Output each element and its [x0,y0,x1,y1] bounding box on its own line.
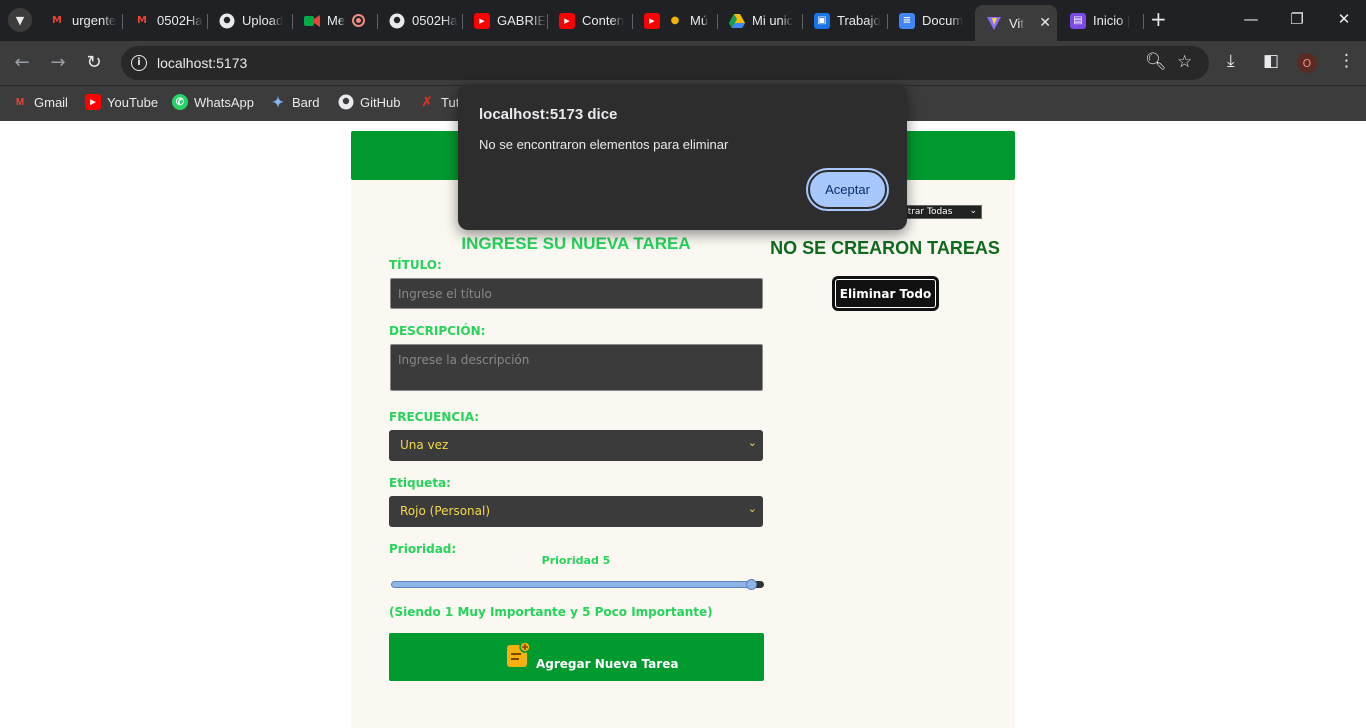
browser-tab[interactable]: ▣ Trabajo [803,6,888,35]
github-icon [219,13,235,29]
drive-icon [729,13,745,29]
tag-label: Etiqueta: [389,476,451,490]
description-textarea[interactable]: Ingrese la descripción [390,344,763,391]
title-input[interactable]: Ingrese el título [390,278,763,309]
priority-slider[interactable] [391,581,763,588]
frequency-label: FRECUENCIA: [389,410,480,424]
browser-tab[interactable]: ▶ ● Mú [633,6,718,35]
tab-search-button[interactable]: ▼ [8,8,32,32]
side-panel-icon[interactable]: ◧ [1263,51,1279,71]
site-info-icon[interactable]: i [131,55,147,71]
back-icon[interactable]: ← [11,52,33,73]
classroom-icon: ▣ [814,12,830,29]
palette-icon: ● [670,15,680,26]
clapper-icon: ▤ [1070,12,1086,29]
restore-icon[interactable]: ❐ [1287,10,1307,28]
zoom-icon[interactable]: 🔍︎ [1145,52,1167,72]
address-bar[interactable]: i localhost:5173 🔍︎ ☆ [121,46,1209,80]
reload-icon[interactable]: ↻ [83,52,105,73]
bookmark-youtube[interactable]: ▶ YouTube [85,94,158,110]
browser-tab[interactable]: M urgente [38,6,123,35]
form-title: INGRESE SU NUEVA TAREA [461,234,691,253]
vite-icon [986,15,1002,31]
minimize-icon[interactable]: — [1241,10,1261,28]
description-label: DESCRIPCIÓN: [389,324,486,338]
frequency-select[interactable]: Una vez ⌄ [389,430,763,461]
browser-toolbar: ← → ↻ i localhost:5173 🔍︎ ☆ [0,41,1366,85]
bookmark-bard[interactable]: ✦ Bard [270,94,319,110]
delete-all-button[interactable]: Eliminar Todo [832,276,939,311]
tutorial-icon: ✗ [421,94,433,109]
browser-tab[interactable]: 0502Ha [378,6,463,35]
browser-tab[interactable]: Upload [208,6,293,35]
recording-icon [352,14,366,27]
close-tab-icon[interactable]: ✕ [1039,15,1051,31]
browser-tab[interactable]: Me [293,6,378,35]
profile-avatar[interactable]: O [1297,53,1317,73]
dialog-message: No se encontraron elementos para elimina… [479,137,729,152]
browser-tab[interactable]: Mi unic [718,6,803,35]
github-icon [338,94,354,110]
menu-kebab-icon[interactable]: ⋮ [1338,51,1355,71]
youtube-icon: ▶ [559,12,575,29]
bard-icon: ✦ [272,93,284,110]
youtube-icon: ▶ [474,12,490,29]
gmail-icon: M [52,15,62,26]
browser-tab-active[interactable]: Vit ✕ [975,5,1057,41]
bookmark-github[interactable]: GitHub [338,94,400,110]
chevron-down-icon: ⌄ [969,206,977,216]
url-text[interactable]: localhost:5173 [157,55,247,71]
forward-icon[interactable]: → [47,52,69,73]
bookmark-gmail[interactable]: M Gmail [12,94,68,110]
close-window-icon[interactable]: ✕ [1334,10,1354,28]
priority-note: (Siendo 1 Muy Importante y 5 Poco Import… [389,605,713,619]
gmail-icon: M [15,96,25,108]
browser-tab[interactable]: ≡ Docum [888,6,973,35]
tab-strip: ▼ M urgente M 0502Ha Upload Me 0502Ha ▶ … [0,0,1366,41]
download-icon[interactable]: ⤓ [1227,51,1235,71]
tag-select[interactable]: Rojo (Personal) ⌄ [389,496,763,527]
bookmark-whatsapp[interactable]: ✆ WhatsApp [172,94,254,110]
title-label: TÍTULO: [389,258,442,272]
whatsapp-icon: ✆ [172,94,188,110]
dialog-title: localhost:5173 dice [479,106,618,123]
bookmark-tutorial[interactable]: ✗ Tut [419,94,460,110]
youtube-icon: ▶ [85,94,101,110]
browser-tab[interactable]: ▶ Conten [548,6,633,35]
star-icon[interactable]: ☆ [1177,52,1192,72]
github-icon [389,13,405,29]
priority-slider-thumb[interactable] [746,579,757,590]
priority-slider-end [756,581,764,588]
add-note-icon [506,641,531,668]
browser-tab[interactable]: ▶ GABRIE [463,6,548,35]
gmail-icon: M [137,15,147,26]
browser-tab[interactable]: M 0502Ha [123,6,208,35]
priority-value: Prioridad 5 [541,554,611,567]
alert-dialog: localhost:5173 dice No se encontraron el… [458,84,907,230]
chevron-down-icon: ⌄ [747,436,757,449]
browser-tab[interactable]: ▤ Inicio | [1059,6,1144,35]
empty-tasks-message: NO SE CREARON TAREAS [770,238,1000,258]
meet-icon [304,13,320,29]
accept-button[interactable]: Aceptar [806,168,889,211]
chevron-down-icon: ▼ [15,13,25,27]
chevron-down-icon: ⌄ [747,502,757,515]
new-tab-button[interactable]: + [1150,9,1167,29]
youtube-icon: ▶ [644,12,660,29]
docs-icon: ≡ [899,12,915,29]
add-task-label: Agregar Nueva Tarea [536,657,679,671]
